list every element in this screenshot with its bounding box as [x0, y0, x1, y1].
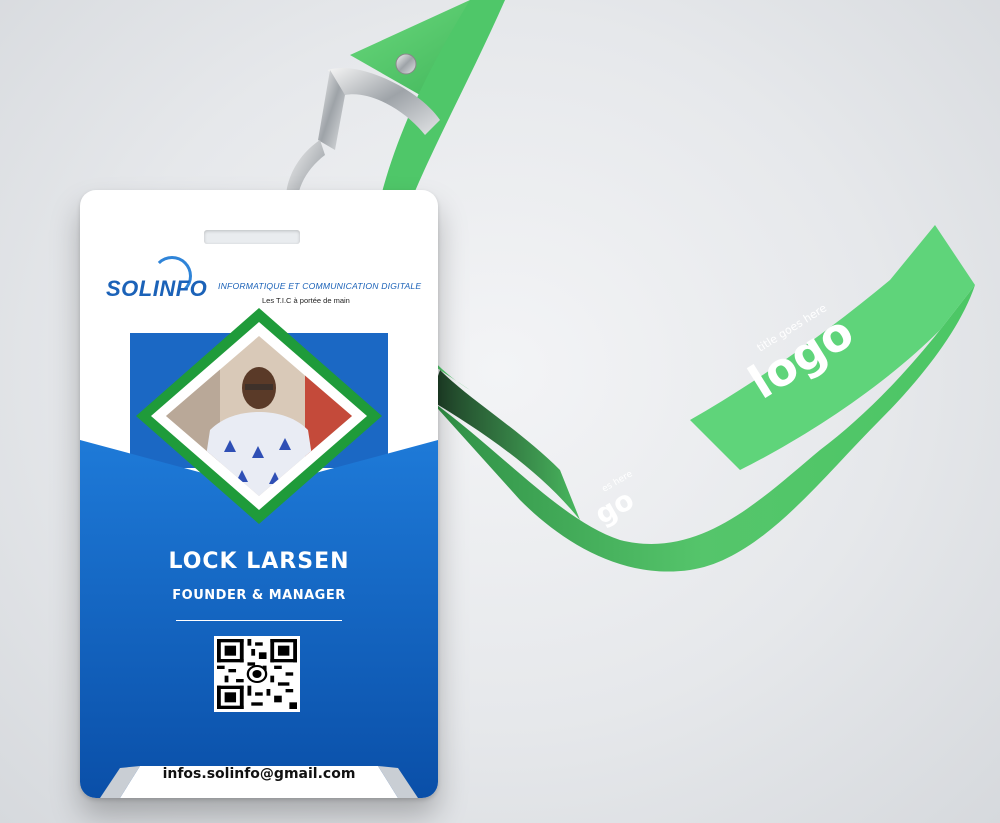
company-subtagline: Les T.I.C à portée de main	[262, 296, 350, 305]
contact-email: infos.solinfo@gmail.com	[162, 766, 356, 782]
mockup-scene: logo title goes here go es here SOLINFO …	[0, 0, 1000, 823]
id-badge: SOLINFO INFORMATIQUE ET COMMUNICATION DI…	[80, 190, 438, 798]
company-tagline: INFORMATIQUE ET COMMUNICATION DIGITALE	[218, 281, 422, 291]
person-role: FOUNDER & MANAGER	[172, 588, 346, 603]
qr-code	[214, 636, 300, 712]
divider	[176, 620, 342, 621]
qr-code-pattern	[217, 639, 297, 709]
clip-ring	[328, 68, 440, 135]
rivet-icon	[395, 53, 417, 75]
lanyard-slot	[204, 230, 300, 244]
company-logo: SOLINFO	[106, 276, 208, 301]
person-name: LOCK LARSEN	[168, 549, 350, 574]
